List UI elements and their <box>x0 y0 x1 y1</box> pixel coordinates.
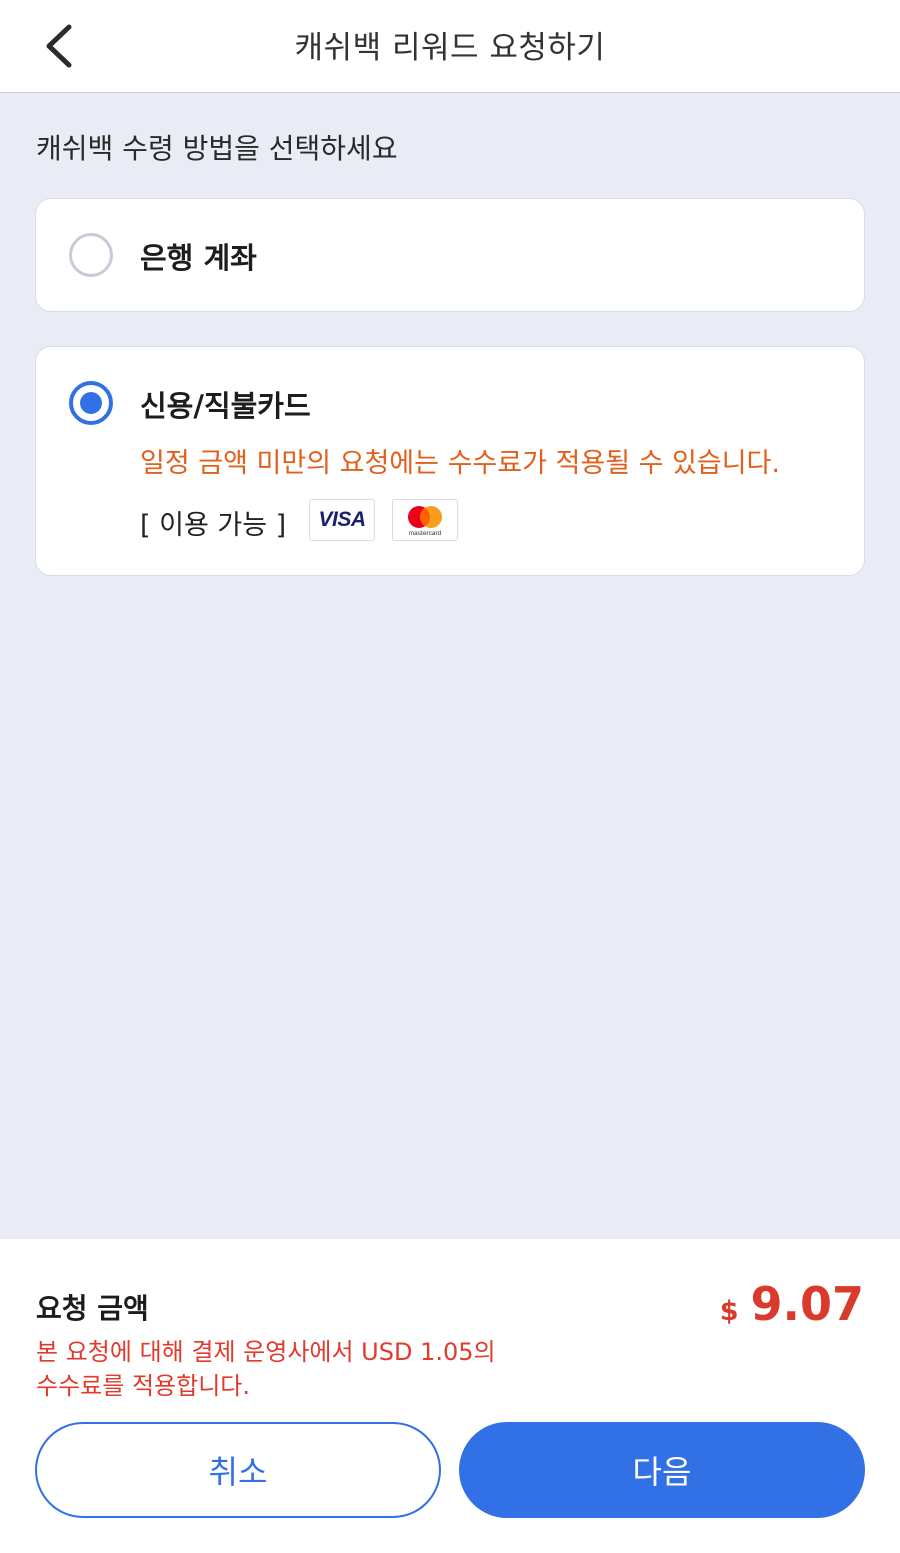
next-button[interactable]: 다음 <box>459 1422 865 1518</box>
section-label: 캐쉬백 수령 방법을 선택하세요 <box>36 132 398 165</box>
amount-number: 9.07 <box>750 1277 865 1331</box>
amount-value: $ 9.07 <box>720 1277 864 1331</box>
cancel-button[interactable]: 취소 <box>35 1422 441 1518</box>
radio-credit-card[interactable] <box>69 381 113 425</box>
option-label-bank-account: 은행 계좌 <box>140 241 257 275</box>
fee-note-line-2: 수수료를 적용합니다. <box>36 1372 250 1400</box>
fee-note-line-1: 본 요청에 대해 결제 운영사에서 USD 1.05의 <box>36 1338 496 1366</box>
radio-bank-account[interactable] <box>69 233 113 277</box>
option-label-credit-card: 신용/직불카드 <box>140 389 311 423</box>
available-label: [ 이용 가능 ] <box>140 510 287 541</box>
top-bar: 캐쉬백 리워드 요청하기 <box>0 0 900 93</box>
mastercard-icon: mastercard <box>408 506 442 537</box>
amount-label: 요청 금액 <box>36 1292 149 1325</box>
page-title: 캐쉬백 리워드 요청하기 <box>294 30 606 66</box>
visa-logo-text: VISA <box>318 508 366 531</box>
svg-text:mastercard: mastercard <box>409 530 442 537</box>
option-credit-card[interactable]: 신용/직불카드 일정 금액 미만의 요청에는 수수료가 적용될 수 있습니다. … <box>35 346 865 576</box>
summary-panel: 요청 금액 $ 9.07 본 요청에 대해 결제 운영사에서 USD 1.05의… <box>0 1239 900 1553</box>
currency-symbol: $ <box>719 1296 739 1327</box>
radio-selected-dot <box>80 392 102 414</box>
fee-warning-text: 일정 금액 미만의 요청에는 수수료가 적용될 수 있습니다. <box>140 448 780 479</box>
visa-logo: VISA <box>309 499 375 541</box>
mastercard-logo: mastercard <box>392 499 458 541</box>
option-bank-account[interactable]: 은행 계좌 <box>35 198 865 312</box>
fee-note: 본 요청에 대해 결제 운영사에서 USD 1.05의 수수료를 적용합니다. <box>36 1335 496 1403</box>
